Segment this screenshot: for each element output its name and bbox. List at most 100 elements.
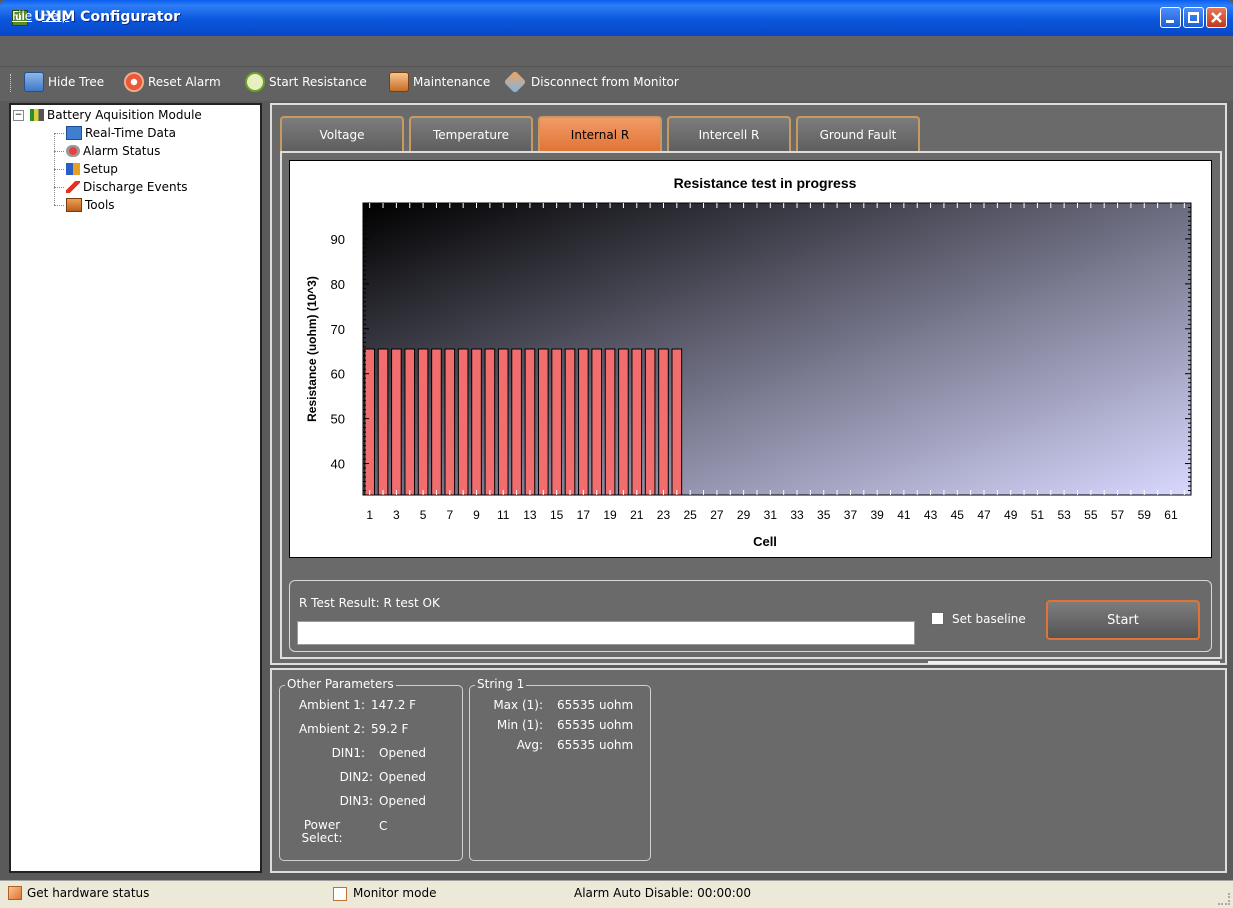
- tree-item-setup[interactable]: Setup: [66, 162, 118, 176]
- tab-internal-r[interactable]: Internal R: [538, 116, 662, 152]
- x-tick-label: 43: [924, 508, 938, 522]
- din1-label: DIN1:: [331, 746, 365, 760]
- disconnect-button[interactable]: Disconnect from Monitor: [503, 70, 679, 94]
- tab-intercell-r[interactable]: Intercell R: [667, 116, 791, 152]
- start-button[interactable]: Start: [1046, 600, 1200, 640]
- avg-label: Avg:: [516, 738, 543, 752]
- string1-legend: String 1: [475, 677, 527, 691]
- max-value: 65535 uohm: [557, 698, 634, 712]
- tab-ground-fault[interactable]: Ground Fault: [796, 116, 920, 152]
- x-tick-label: 49: [1004, 508, 1018, 522]
- max-label: Max (1):: [493, 698, 543, 712]
- reset-alarm-button[interactable]: Reset Alarm: [124, 71, 221, 93]
- bar-cell-14: [537, 348, 549, 496]
- y-tick-label: 60: [331, 367, 345, 382]
- chart-title: Resistance test in progress: [674, 175, 857, 191]
- menu-bar: [0, 36, 1233, 66]
- start-resistance-button[interactable]: Start Resistance: [245, 71, 367, 93]
- bar-cell-24: [671, 348, 683, 496]
- bar-cell-21: [631, 348, 643, 496]
- chart-svg: Resistance test in progress 1 3 5 7 9 11 13 15 1…: [305, 175, 1192, 549]
- hardware-status-icon: [8, 886, 22, 900]
- minimize-button[interactable]: [1160, 7, 1181, 28]
- y-axis-label: Resistance (uohm) (10^3): [305, 276, 319, 422]
- tree-item-alarm-status[interactable]: Alarm Status: [66, 144, 160, 158]
- bar-cell-6: [431, 348, 442, 496]
- x-tick-label: 5: [420, 508, 427, 522]
- menu-file[interactable]: File: [12, 9, 32, 23]
- ambient1-label: Ambient 1:: [298, 698, 365, 712]
- din1-value: Opened: [379, 746, 427, 760]
- y-tick-label: 50: [331, 412, 345, 427]
- bar-cell-17: [578, 348, 589, 496]
- x-tick-label: 11: [497, 508, 510, 522]
- resistance-chart: Resistance test in progress 1 3 5 7 9 11 13 15 1…: [289, 160, 1212, 558]
- tab-voltage[interactable]: Voltage: [280, 116, 404, 152]
- y-tick-label: 40: [331, 457, 345, 472]
- tree-root[interactable]: − Battery Aquisition Module: [13, 108, 202, 122]
- toolbox-icon: [66, 198, 82, 212]
- hardware-status-text: Get hardware status: [27, 886, 150, 900]
- x-tick-labels: 1 3 5 7 9 11 13 15 17 19 21 23 25 27 29 31 33 35 37 39 41 43 4…: [366, 508, 1178, 522]
- x-tick-label: 29: [737, 508, 751, 522]
- min-value: 65535 uohm: [557, 718, 634, 732]
- din3-label: DIN3:: [339, 794, 373, 808]
- x-tick-label: 57: [1111, 508, 1125, 522]
- close-icon: [1211, 12, 1222, 23]
- panel-scrollbar[interactable]: [928, 661, 1220, 664]
- x-tick-label: 37: [844, 508, 858, 522]
- x-tick-label: 41: [897, 508, 911, 522]
- maximize-icon: [1188, 12, 1199, 23]
- x-tick-label: 13: [523, 508, 537, 522]
- r-test-result-label: R Test Result: R test OK: [299, 596, 440, 610]
- bar-cell-13: [524, 348, 536, 496]
- power-select-value: C: [379, 819, 388, 833]
- bar-cell-23: [658, 348, 669, 496]
- ambient1-value: 147.2 F: [371, 698, 417, 712]
- maximize-button[interactable]: [1183, 7, 1204, 28]
- x-tick-label: 25: [684, 508, 698, 522]
- set-baseline-label[interactable]: Set baseline: [952, 612, 1026, 626]
- x-tick-label: 59: [1138, 508, 1152, 522]
- bar-cell-1: [364, 348, 375, 496]
- x-tick-label: 15: [550, 508, 564, 522]
- alarm-status-icon: [66, 145, 80, 157]
- bar-cell-20: [618, 348, 629, 496]
- tree-item-discharge-events[interactable]: Discharge Events: [66, 180, 188, 194]
- tree-item-real-time-data[interactable]: Real-Time Data: [66, 126, 176, 140]
- x-tick-label: 17: [577, 508, 591, 522]
- hide-tree-button[interactable]: Hide Tree: [24, 71, 104, 93]
- ambient2-value: 59.2 F: [371, 722, 409, 736]
- hide-tree-icon: [24, 72, 44, 92]
- x-tick-label: 31: [764, 508, 778, 522]
- bar-cell-12: [511, 348, 522, 496]
- bar-cell-19: [604, 348, 616, 496]
- bar-cell-22: [644, 348, 656, 496]
- bar-cell-3: [391, 348, 402, 496]
- collapse-icon[interactable]: −: [13, 109, 24, 121]
- disconnect-icon: [503, 70, 527, 94]
- setup-icon: [66, 163, 80, 175]
- tab-temperature[interactable]: Temperature: [409, 116, 533, 152]
- other-parameters-legend: Other Parameters: [285, 677, 396, 691]
- power-select-label: Power Select:: [301, 818, 343, 845]
- resize-grip[interactable]: [1218, 893, 1230, 905]
- set-baseline-checkbox[interactable]: [931, 612, 944, 625]
- test-progress-bar: [297, 621, 915, 645]
- x-tick-label: 21: [630, 508, 644, 522]
- y-tick-labels: 40 50 60 70 80 90: [331, 232, 345, 472]
- toolbar-grip[interactable]: [10, 74, 14, 92]
- bar-cell-18: [591, 348, 603, 496]
- y-tick-label: 70: [331, 322, 345, 337]
- maintenance-button[interactable]: Maintenance: [389, 71, 490, 93]
- close-button[interactable]: [1206, 7, 1227, 28]
- tree-panel: − Battery Aquisition Module Real-Time Da…: [9, 103, 262, 873]
- title-bar: [0, 0, 1233, 36]
- tree-item-tools[interactable]: Tools: [66, 198, 115, 212]
- start-resistance-icon: [245, 72, 265, 92]
- x-tick-label: 19: [603, 508, 617, 522]
- hammer-icon: [389, 72, 409, 92]
- x-tick-label: 7: [446, 508, 453, 522]
- menu-help[interactable]: Help: [42, 9, 69, 23]
- battery-module-icon: [30, 109, 44, 121]
